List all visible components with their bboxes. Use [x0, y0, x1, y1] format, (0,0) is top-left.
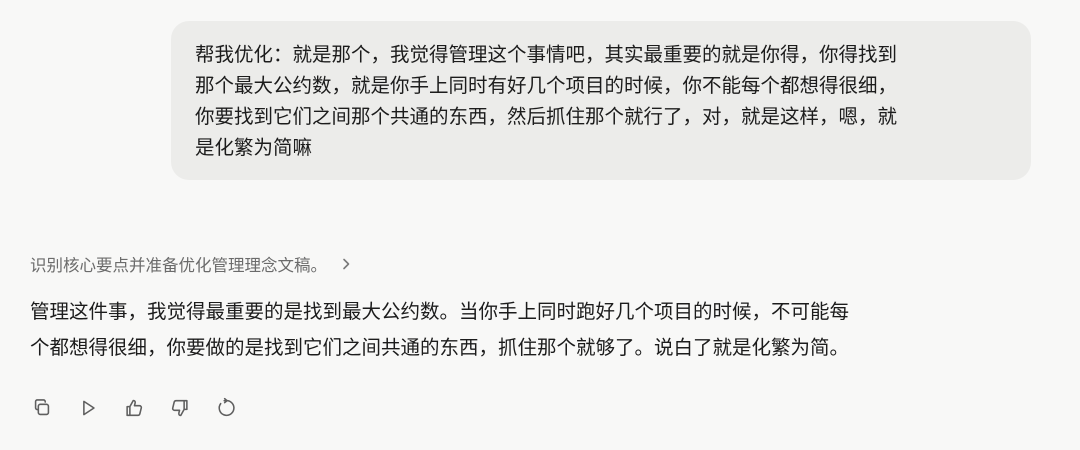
assistant-answer-text: 管理这件事，我觉得最重要的是找到最大公约数。当你手上同时跑好几个项目的时候，不可…	[30, 300, 850, 359]
thumbs-up-icon	[126, 399, 143, 417]
thinking-summary-text: 识别核心要点并准备优化管理理念文稿。	[30, 256, 327, 275]
dislike-button[interactable]	[168, 396, 192, 420]
copy-button[interactable]	[30, 396, 54, 420]
retry-icon	[218, 397, 235, 417]
chevron-right-icon	[339, 257, 353, 271]
user-message-bubble: 帮我优化：就是那个，我觉得管理这个事情吧，其实最重要的就是你得，你得找到 那个最…	[171, 21, 1031, 180]
read-aloud-button[interactable]	[76, 396, 100, 420]
retry-button[interactable]	[214, 396, 238, 420]
message-actions	[30, 396, 238, 420]
thinking-summary-toggle[interactable]: 识别核心要点并准备优化管理理念文稿。	[30, 252, 353, 276]
thumbs-down-icon	[171, 399, 188, 417]
play-icon	[83, 400, 95, 416]
user-message-text: 帮我优化：就是那个，我觉得管理这个事情吧，其实最重要的就是你得，你得找到 那个最…	[195, 43, 898, 159]
like-button[interactable]	[122, 396, 146, 420]
copy-icon	[34, 399, 50, 416]
